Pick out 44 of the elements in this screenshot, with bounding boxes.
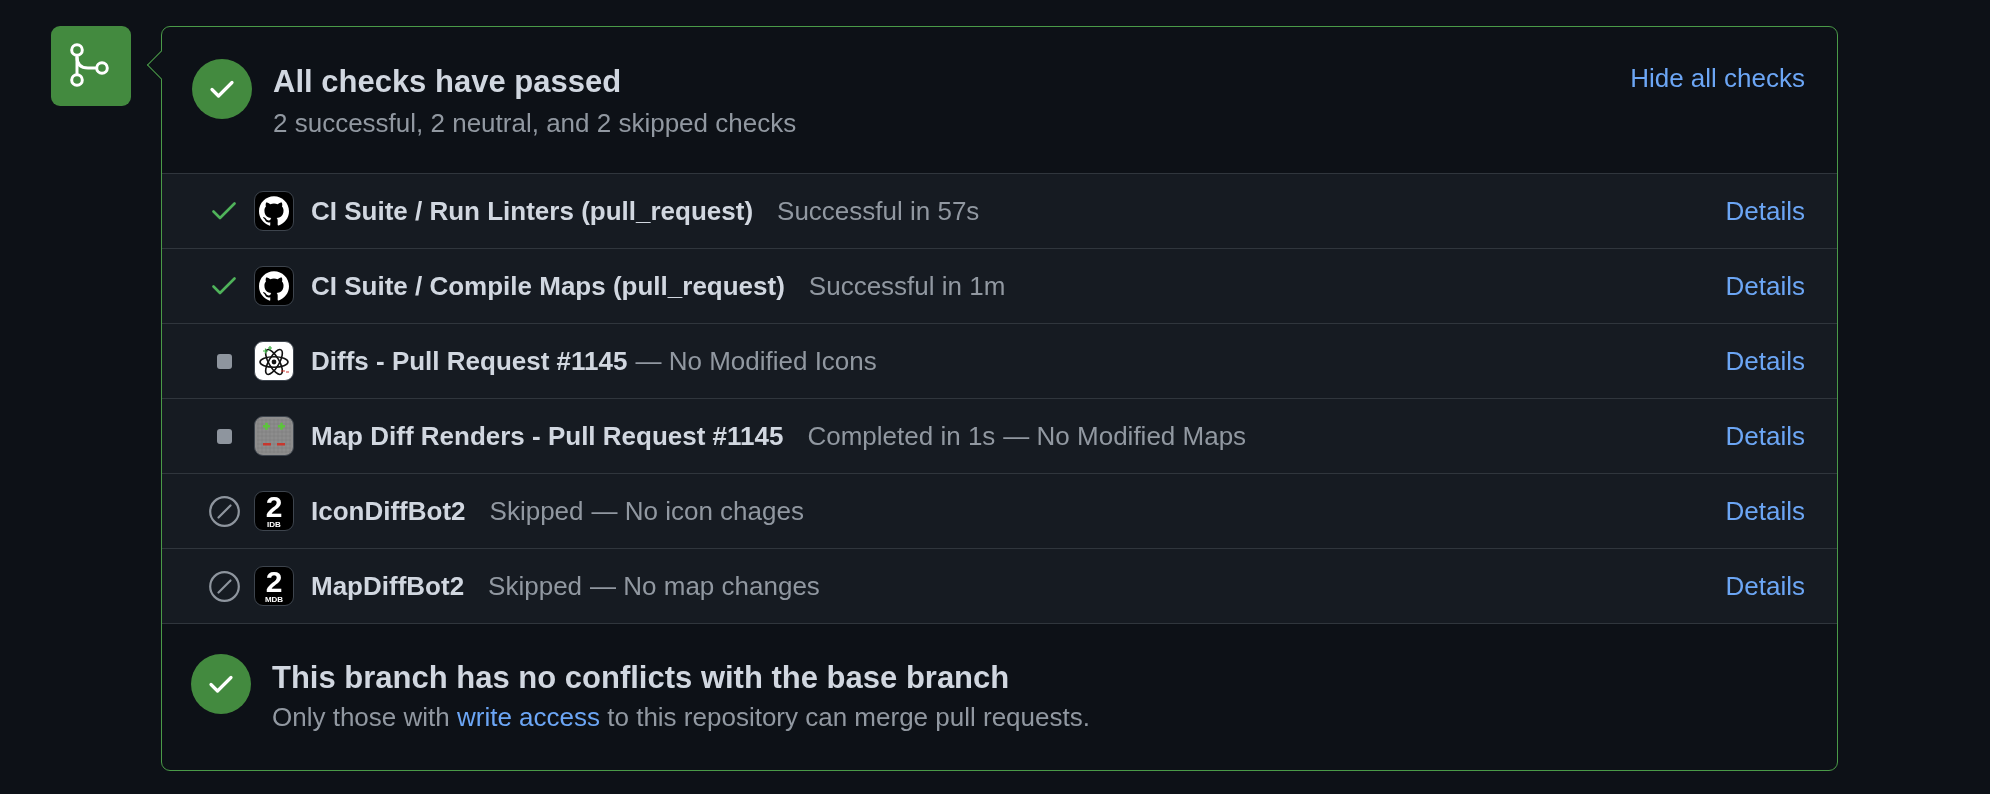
check-name: Map Diff Renders - Pull Request #1145 <box>311 420 784 453</box>
check-name: CI Suite / Run Linters (pull_request) <box>311 195 754 228</box>
details-link[interactable]: Details <box>1725 269 1805 303</box>
checks-title: All checks have passed <box>273 63 623 101</box>
pixel-grid-icon <box>254 416 294 456</box>
avatar-label: MDB <box>264 594 284 604</box>
square-icon <box>216 353 232 369</box>
avatar-label: IDB <box>267 519 281 529</box>
slash-circle-icon <box>208 570 240 602</box>
check-status-text: Skipped <box>489 495 584 528</box>
check-name: Diffs - Pull Request #1145 <box>311 345 628 378</box>
check-status-text: Successful in 1m <box>808 270 1006 303</box>
check-icon <box>212 202 236 220</box>
details-link[interactable]: Details <box>1725 569 1805 603</box>
avatar-numeral: 2 <box>265 568 283 594</box>
check-circle-icon <box>192 59 252 119</box>
square-icon <box>216 428 232 444</box>
check-name: CI Suite / Compile Maps (pull_request) <box>311 270 785 303</box>
check-status-text: Skipped <box>488 570 583 603</box>
merge-status-title: This branch has no conflicts with the base branch <box>272 659 1011 697</box>
check-status-text: Completed in 1s <box>807 420 996 453</box>
check-name: MapDiffBot2 <box>311 570 465 603</box>
hide-checks-link[interactable]: Hide all checks <box>1630 61 1805 95</box>
check-summary-text: — No map changes <box>590 570 820 603</box>
write-access-link[interactable]: write access <box>457 702 601 732</box>
check-circle-icon <box>191 654 251 714</box>
details-link[interactable]: Details <box>1725 344 1805 378</box>
github-logo-icon <box>254 266 294 306</box>
details-link[interactable]: Details <box>1725 494 1805 528</box>
merge-permission-note: Only those with write access to this repository can merge pull requests. <box>272 701 1091 734</box>
slash-circle-icon <box>208 495 240 527</box>
check-summary-text: — No Modified Icons <box>635 345 877 378</box>
check-summary-text: — No icon chages <box>591 495 804 528</box>
atom-icon <box>254 341 294 381</box>
git-branch-icon <box>51 26 131 106</box>
details-link[interactable]: Details <box>1725 194 1805 228</box>
github-logo-icon <box>254 191 294 231</box>
check-status-text: Successful in 57s <box>777 195 980 228</box>
checks-summary: 2 successful, 2 neutral, and 2 skipped checks <box>273 107 798 140</box>
avatar-numeral: 2 <box>265 493 283 519</box>
check-icon <box>212 277 236 295</box>
check-summary-text: — No Modified Maps <box>1003 420 1247 453</box>
details-link[interactable]: Details <box>1725 419 1805 453</box>
check-name: IconDiffBot2 <box>311 495 466 528</box>
